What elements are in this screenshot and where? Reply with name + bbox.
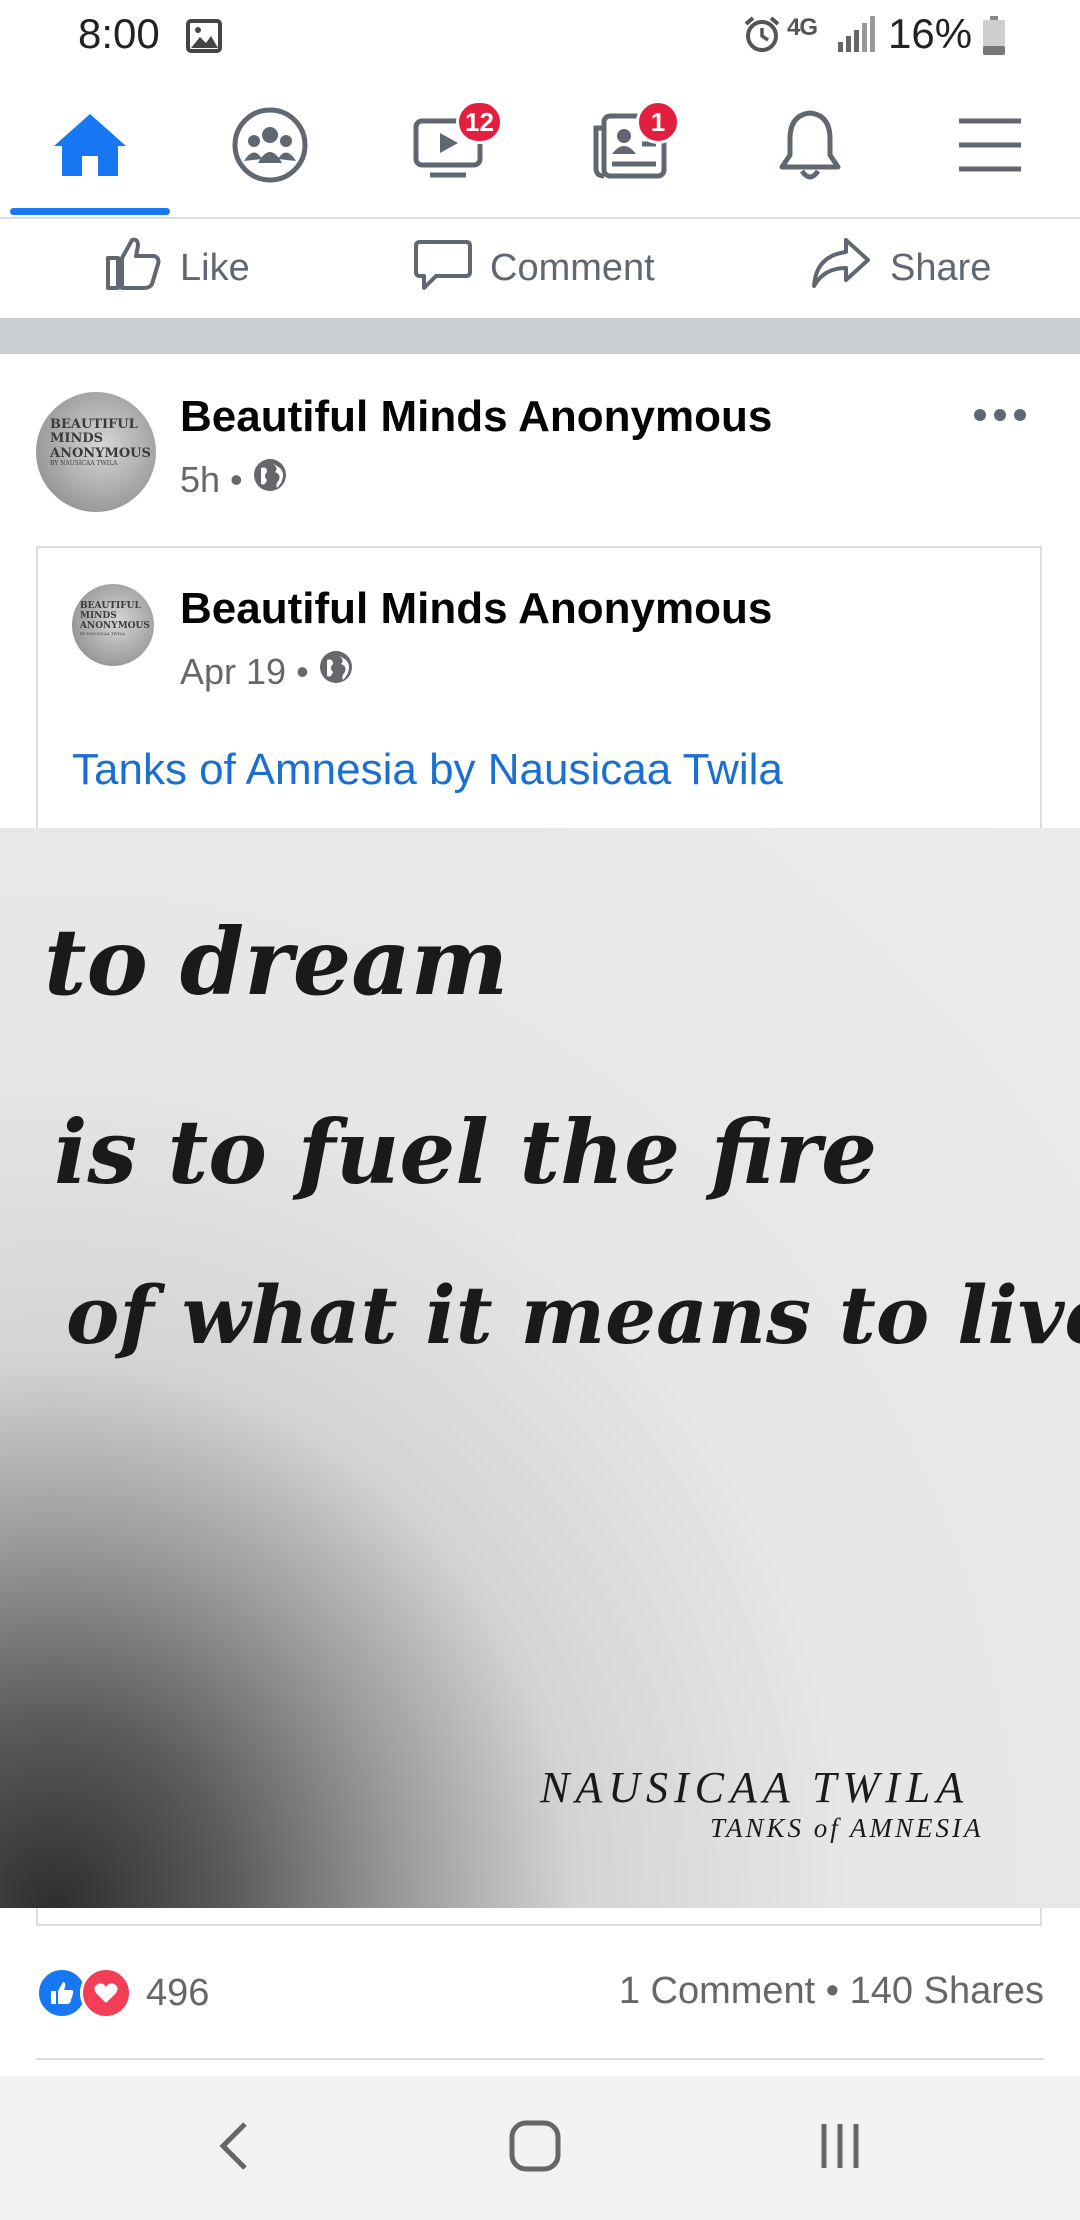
network-type: 4G (787, 14, 818, 41)
status-time: 8:00 (78, 10, 160, 57)
shared-post-meta: Apr 19 • (180, 650, 353, 693)
hamburger-icon (955, 115, 1025, 180)
quote-book-title: TANKS of AMNESIA (710, 1813, 984, 1843)
share-label: Share (890, 246, 992, 289)
system-nav-bar (0, 2076, 1080, 2220)
shared-author-name[interactable]: Beautiful Minds Anonymous (180, 584, 772, 634)
home-button-icon (507, 2118, 563, 2179)
back-icon (215, 2120, 255, 2177)
battery-icon (982, 16, 1006, 61)
recents-button[interactable] (750, 2076, 930, 2220)
quote-author: NAUSICAA TWILA (540, 1763, 970, 1812)
quote-line-2: is to fuel the fire (54, 1100, 878, 1204)
news-badge: 1 (636, 100, 680, 144)
back-button[interactable] (145, 2076, 325, 2220)
tab-notifications[interactable] (720, 82, 900, 212)
avatar-text-line: BY NAUSICAA TWILA (50, 459, 118, 467)
globe-icon (253, 458, 287, 501)
like-label: Like (180, 246, 250, 289)
shared-page-avatar[interactable]: BEAUTIFUL MINDS ANONYMOUS BY NAUSICAA TW… (72, 584, 154, 666)
post-time[interactable]: 5h (180, 459, 220, 501)
quote-line-3: of what it means to live. (66, 1268, 1080, 1362)
recents-icon (816, 2120, 864, 2177)
feed-separator (0, 318, 1080, 354)
home-button[interactable] (445, 2076, 625, 2220)
tab-home[interactable] (0, 82, 180, 212)
bell-icon (774, 107, 846, 188)
active-tab-indicator (10, 208, 170, 215)
avatar-text-line: BY NAUSICAA TWILA (80, 630, 125, 636)
tab-news[interactable]: 1 (540, 82, 720, 212)
comment-icon (414, 234, 472, 302)
status-bar: 8:00 4G 16% (0, 0, 1080, 72)
alarm-icon (742, 14, 782, 59)
quote-line-1: to dream (44, 908, 509, 1016)
reaction-count: 496 (146, 1971, 210, 2014)
comment-label: Comment (490, 246, 655, 289)
love-reaction-icon (80, 1967, 132, 2019)
battery-percent: 16% (888, 10, 973, 57)
avatar-text-line: ANONYMOUS (50, 445, 151, 461)
post-author-name[interactable]: Beautiful Minds Anonymous (180, 392, 772, 442)
share-button[interactable]: Share (810, 218, 991, 318)
like-button[interactable]: Like (104, 218, 250, 318)
tab-groups[interactable] (180, 82, 360, 212)
meta-separator: • (296, 650, 309, 692)
post-photo[interactable]: to dream is to fuel the fire of what it … (0, 828, 1080, 1908)
previous-post-actions: Like Comment Share (0, 218, 1080, 318)
reaction-summary[interactable]: 496 (36, 1967, 210, 2019)
signal-icon (836, 14, 876, 59)
share-arrow-icon (810, 234, 872, 302)
tab-watch[interactable]: 12 (360, 82, 540, 212)
meta-separator: • (230, 458, 243, 500)
post-meta: 5h • (180, 458, 287, 501)
avatar-text-line: BEAUTIFUL (50, 417, 138, 432)
home-icon (50, 110, 130, 185)
globe-icon (319, 650, 353, 693)
groups-icon (230, 105, 310, 190)
watch-badge: 12 (456, 100, 503, 144)
page-avatar[interactable]: BEAUTIFUL MINDS ANONYMOUS BY NAUSICAA TW… (36, 392, 156, 512)
thumbs-up-icon (104, 234, 162, 302)
top-nav-bar: 12 1 (0, 82, 1080, 219)
tab-menu[interactable] (900, 82, 1080, 212)
comment-share-stats[interactable]: 1 Comment • 140 Shares (619, 1970, 1044, 2013)
shared-post-date[interactable]: Apr 19 (180, 651, 286, 693)
comment-button[interactable]: Comment (414, 218, 655, 318)
gallery-icon (186, 18, 222, 59)
divider (36, 2058, 1044, 2060)
shared-post-link[interactable]: Tanks of Amnesia by Nausicaa Twila (72, 745, 783, 795)
more-options-icon[interactable] (970, 395, 1030, 435)
avatar-text-line: MINDS (50, 431, 104, 447)
